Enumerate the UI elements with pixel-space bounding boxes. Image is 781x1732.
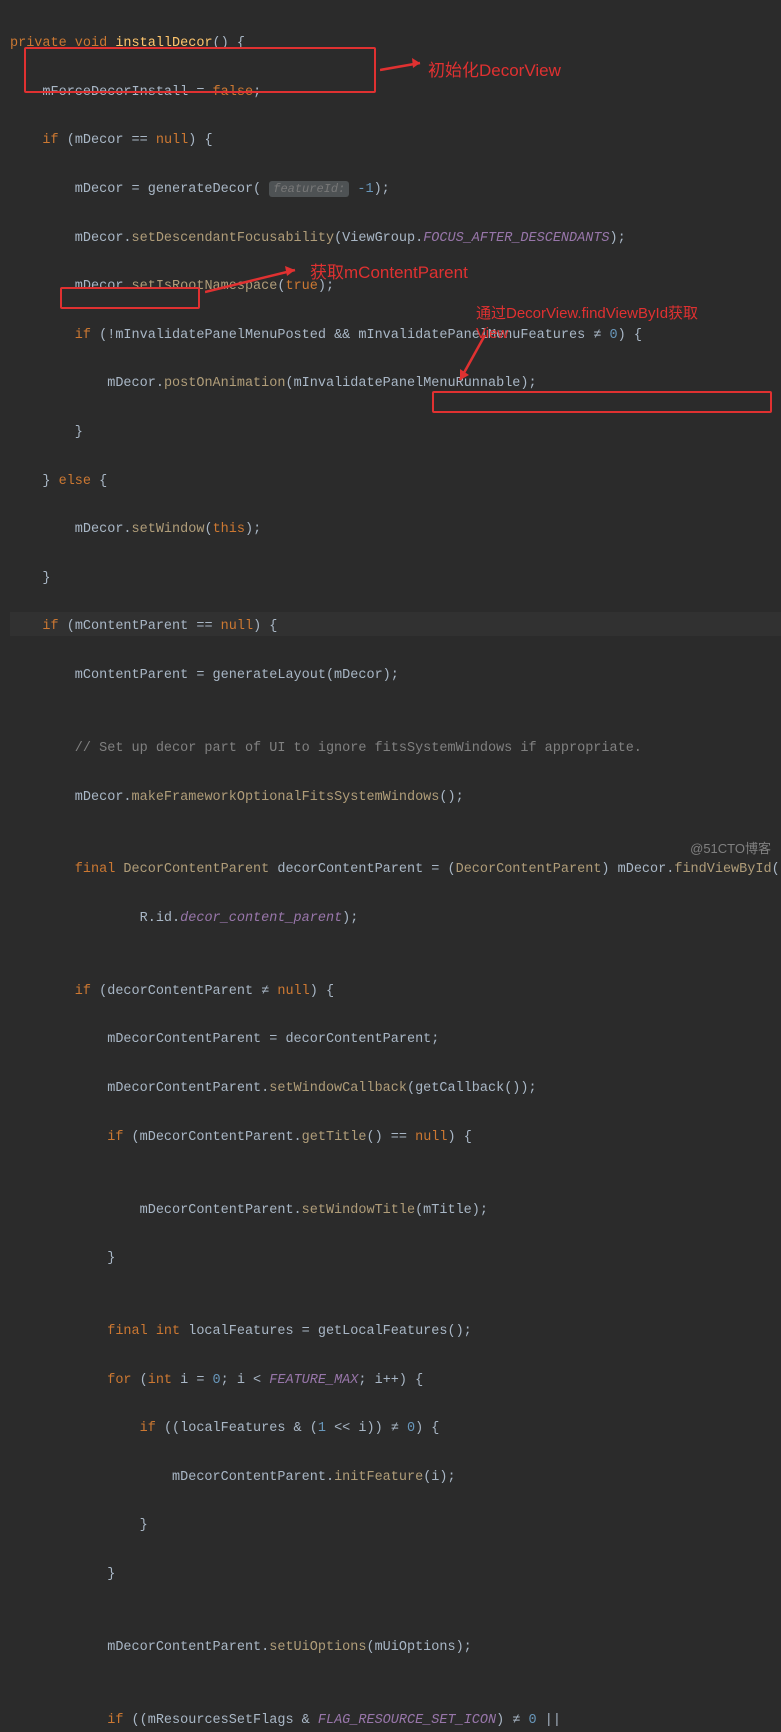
code-line: mContentParent = generateLayout(mDecor);	[10, 664, 781, 688]
code-editor[interactable]: private void installDecor() { mForceDeco…	[10, 8, 781, 1732]
code-line: }	[10, 421, 781, 445]
code-line: mDecor.makeFrameworkOptionalFitsSystemWi…	[10, 786, 781, 810]
code-line: if (!mInvalidatePanelMenuPosted && mInva…	[10, 324, 781, 348]
watermark: @51CTO博客	[690, 837, 771, 860]
code-line: mDecor = generateDecor( featureId: -1);	[10, 178, 781, 202]
code-line: if (decorContentParent ≠ null) {	[10, 980, 781, 1004]
code-line: } else {	[10, 470, 781, 494]
code-line: mForceDecorInstall = false;	[10, 81, 781, 105]
code-line: mDecor.setIsRootNamespace(true);	[10, 275, 781, 299]
code-line: if ((localFeatures & (1 << i)) ≠ 0) {	[10, 1417, 781, 1441]
code-line: mDecor.postOnAnimation(mInvalidatePanelM…	[10, 372, 781, 396]
code-line: mDecor.setWindow(this);	[10, 518, 781, 542]
code-line: }	[10, 1247, 781, 1271]
code-line: mDecorContentParent.setUiOptions(mUiOpti…	[10, 1636, 781, 1660]
code-line: if (mContentParent == null) {	[10, 615, 781, 639]
code-line: private void installDecor() {	[10, 32, 781, 56]
code-line: mDecorContentParent.initFeature(i);	[10, 1466, 781, 1490]
code-line: if ((mResourcesSetFlags & FLAG_RESOURCE_…	[10, 1709, 781, 1732]
code-line: mDecorContentParent.setWindowCallback(ge…	[10, 1077, 781, 1101]
code-line: mDecorContentParent.setWindowTitle(mTitl…	[10, 1199, 781, 1223]
code-line: R.id.decor_content_parent);	[10, 907, 781, 931]
code-line: if (mDecorContentParent.getTitle() == nu…	[10, 1126, 781, 1150]
code-line: }	[10, 1563, 781, 1587]
code-line: final DecorContentParent decorContentPar…	[10, 858, 781, 882]
code-line: mDecor.setDescendantFocusability(ViewGro…	[10, 227, 781, 251]
code-line: mDecorContentParent = decorContentParent…	[10, 1028, 781, 1052]
code-line: // Set up decor part of UI to ignore fit…	[10, 737, 781, 761]
code-line: final int localFeatures = getLocalFeatur…	[10, 1320, 781, 1344]
code-line: for (int i = 0; i < FEATURE_MAX; i++) {	[10, 1369, 781, 1393]
code-line: if (mDecor == null) {	[10, 129, 781, 153]
code-line: }	[10, 1514, 781, 1538]
code-line: }	[10, 567, 781, 591]
